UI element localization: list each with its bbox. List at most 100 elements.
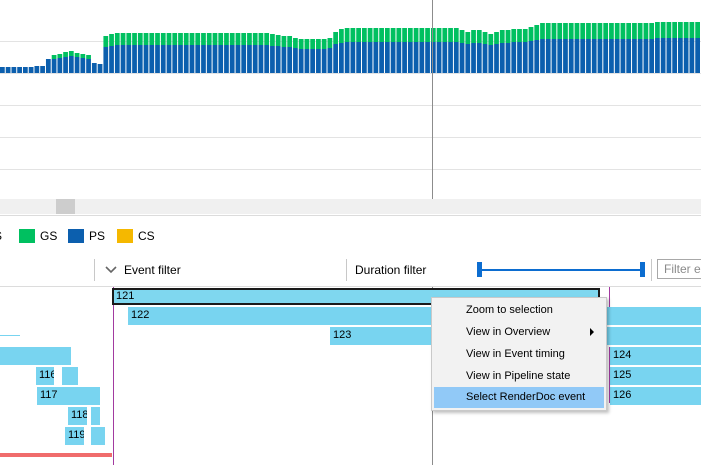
bar-ps bbox=[339, 43, 344, 73]
bar-ps bbox=[603, 39, 609, 73]
bar-gs bbox=[126, 33, 132, 45]
bar-ps bbox=[442, 42, 448, 73]
bar-gs bbox=[51, 55, 57, 59]
bar-ps bbox=[344, 42, 350, 73]
bar-gs bbox=[591, 23, 597, 39]
duration-slider-max-handle[interactable] bbox=[640, 262, 645, 277]
chevron-down-icon[interactable] bbox=[104, 263, 118, 277]
horizontal-scrollbar[interactable] bbox=[0, 199, 701, 214]
menu-item-label: View in Pipeline state bbox=[466, 370, 571, 382]
legend-label: PS bbox=[89, 229, 106, 243]
bar-gs bbox=[534, 25, 540, 40]
bar-ps bbox=[379, 42, 384, 73]
bar-ps bbox=[459, 43, 465, 73]
bar-gs bbox=[310, 39, 316, 49]
bar-ps bbox=[390, 42, 396, 73]
event-filter-label[interactable]: Event filter bbox=[124, 263, 181, 277]
event-bar[interactable] bbox=[91, 407, 100, 425]
bar-ps bbox=[557, 39, 563, 73]
menu-item-view-in-overview[interactable]: View in Overview bbox=[434, 322, 604, 343]
event-bar[interactable]: 124 bbox=[610, 347, 701, 365]
event-bar[interactable]: 118 bbox=[68, 407, 87, 425]
bar-ps bbox=[270, 46, 275, 73]
event-bar-thin bbox=[0, 335, 20, 336]
bar-ps bbox=[17, 67, 22, 73]
event-bar[interactable] bbox=[62, 367, 78, 385]
event-bar[interactable]: 119 bbox=[65, 427, 84, 445]
bar-gs bbox=[361, 28, 367, 42]
bar-ps bbox=[666, 38, 672, 73]
bar-gs bbox=[419, 28, 425, 42]
bar-ps bbox=[28, 67, 34, 73]
event-bar[interactable]: 126 bbox=[610, 387, 701, 405]
bar-ps bbox=[333, 44, 339, 73]
bar-gs bbox=[568, 23, 574, 39]
bar-ps bbox=[568, 39, 574, 73]
bar-ps bbox=[45, 59, 51, 73]
bar-gs bbox=[281, 36, 287, 47]
column-divider bbox=[94, 259, 95, 281]
bar-ps bbox=[86, 59, 91, 73]
event-id: 124 bbox=[613, 349, 632, 361]
menu-item-zoom-to-selection[interactable]: Zoom to selection bbox=[434, 300, 604, 321]
bar-ps bbox=[327, 48, 333, 73]
event-bar[interactable]: 116 bbox=[36, 367, 54, 385]
event-bar[interactable] bbox=[0, 347, 71, 365]
bar-ps bbox=[160, 45, 166, 73]
bar-ps bbox=[626, 39, 632, 73]
duration-slider-min-handle[interactable] bbox=[477, 262, 482, 277]
bar-gs bbox=[252, 33, 258, 45]
event-bar[interactable] bbox=[91, 427, 105, 445]
event-id: 126 bbox=[613, 389, 632, 401]
event-bar[interactable]: 122 bbox=[128, 307, 701, 325]
menu-item-view-in-pipeline-state[interactable]: View in Pipeline state bbox=[434, 366, 604, 387]
menu-item-select-renderdoc-event[interactable]: Select RenderDoc event bbox=[434, 387, 604, 408]
bar-ps bbox=[574, 39, 580, 73]
bar-ps bbox=[218, 45, 224, 73]
scrollbar-thumb[interactable] bbox=[56, 199, 75, 214]
legend-label: S bbox=[0, 229, 2, 243]
event-id: 119 bbox=[68, 429, 84, 441]
bar-gs bbox=[178, 33, 183, 45]
bar-gs bbox=[120, 33, 126, 45]
event-bar[interactable]: 117 bbox=[37, 387, 100, 405]
bar-gs bbox=[339, 29, 344, 43]
duration-filter-label: Duration filter bbox=[355, 263, 427, 277]
bar-ps bbox=[448, 42, 453, 73]
menu-item-view-in-event-timing[interactable]: View in Event timing bbox=[434, 344, 604, 365]
bar-gs bbox=[511, 29, 517, 42]
bar-ps bbox=[22, 67, 28, 73]
bar-gs bbox=[275, 35, 281, 46]
bar-gs bbox=[57, 54, 63, 58]
bar-gs bbox=[218, 33, 224, 45]
bar-ps bbox=[419, 42, 425, 73]
bar-ps bbox=[528, 41, 534, 73]
bar-gs bbox=[183, 33, 189, 45]
bar-ps bbox=[643, 39, 649, 73]
bar-ps bbox=[298, 49, 304, 73]
event-bar[interactable]: 125 bbox=[610, 367, 701, 385]
bar-gs bbox=[356, 28, 361, 42]
filter-events-input[interactable] bbox=[657, 259, 701, 279]
bar-gs bbox=[390, 28, 396, 42]
bar-ps bbox=[120, 45, 126, 73]
bar-ps bbox=[517, 42, 522, 73]
bar-gs bbox=[298, 39, 304, 49]
bar-ps bbox=[499, 43, 505, 73]
bar-gs bbox=[678, 22, 683, 38]
bar-ps bbox=[241, 45, 247, 73]
bar-gs bbox=[551, 23, 557, 39]
bar-gs bbox=[471, 30, 476, 43]
bar-gs bbox=[689, 22, 695, 38]
bar-ps bbox=[655, 38, 660, 73]
bar-gs bbox=[465, 32, 471, 44]
duration-slider-track[interactable] bbox=[479, 269, 644, 271]
bar-gs bbox=[172, 33, 178, 45]
chart-bars bbox=[0, 22, 700, 73]
bar-gs bbox=[442, 28, 448, 42]
performance-chart[interactable] bbox=[0, 0, 701, 199]
bar-gs bbox=[189, 33, 195, 45]
event-id: 123 bbox=[333, 329, 352, 341]
bar-gs bbox=[86, 55, 91, 59]
event-id: 118 bbox=[71, 409, 87, 421]
